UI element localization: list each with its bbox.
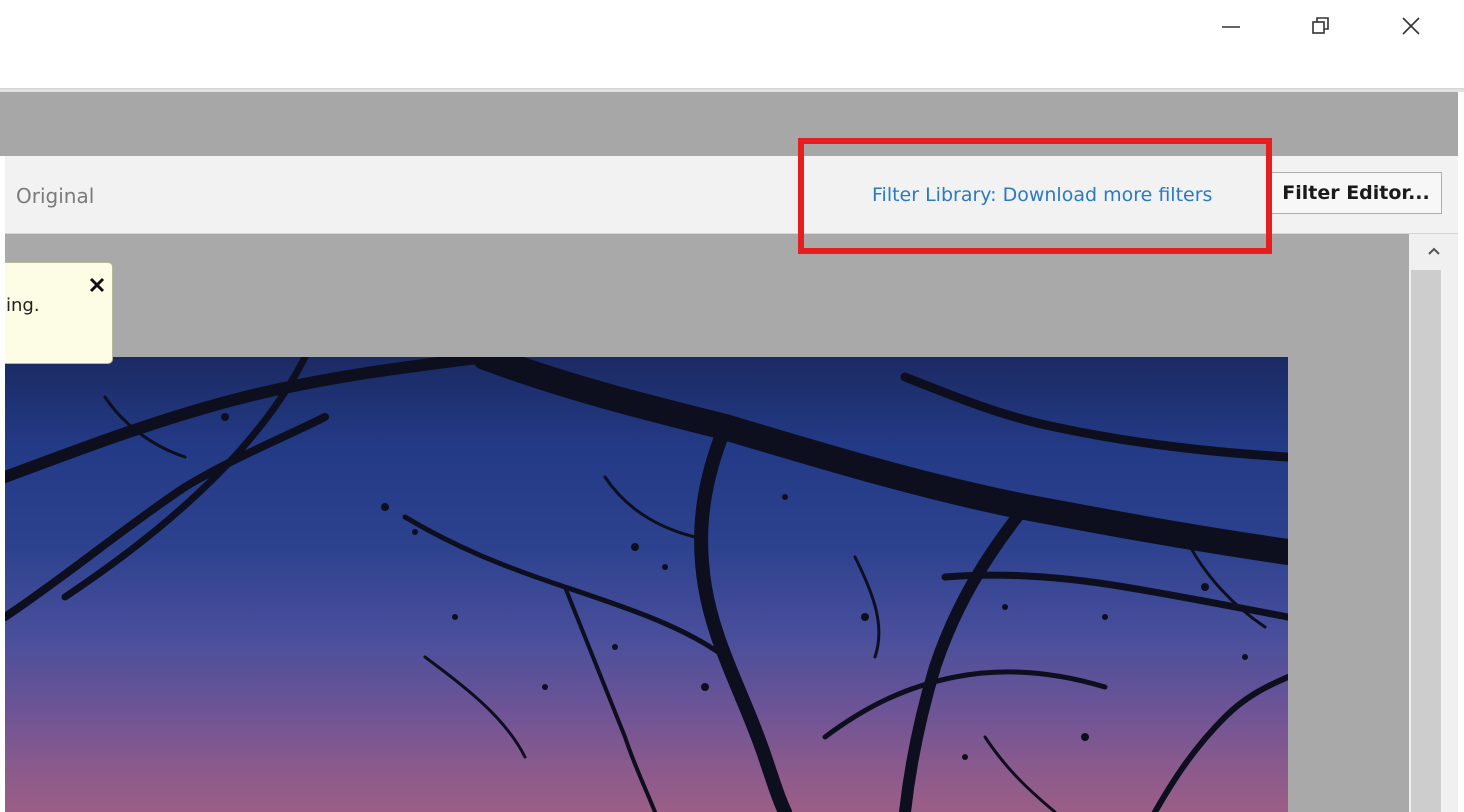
app-window: Original Filter Library: Download more f…: [0, 0, 1464, 812]
filter-editor-button[interactable]: Filter Editor...: [1270, 172, 1442, 214]
close-x-icon: [89, 277, 105, 293]
chevron-up-icon: [1427, 247, 1440, 255]
original-label[interactable]: Original: [16, 184, 94, 208]
notification-close-button[interactable]: [85, 273, 109, 297]
highlight-annotation: [798, 138, 1272, 254]
notification-tooltip: ing.: [5, 262, 113, 364]
minimize-button[interactable]: [1186, 0, 1276, 52]
restore-icon: [1312, 17, 1329, 34]
title-bar: [0, 0, 1464, 88]
minimize-icon: [1222, 26, 1240, 28]
scroll-thumb[interactable]: [1411, 270, 1441, 812]
notification-text: ing.: [6, 295, 40, 316]
photo-preview: [5, 357, 1288, 812]
close-window-button[interactable]: [1366, 0, 1456, 52]
vertical-scrollbar[interactable]: [1409, 234, 1458, 812]
restore-button[interactable]: [1276, 0, 1366, 52]
scroll-up-button[interactable]: [1409, 234, 1458, 268]
close-icon: [1402, 17, 1420, 35]
window-edge: [1458, 92, 1464, 812]
tree-branches-image: [5, 357, 1288, 812]
